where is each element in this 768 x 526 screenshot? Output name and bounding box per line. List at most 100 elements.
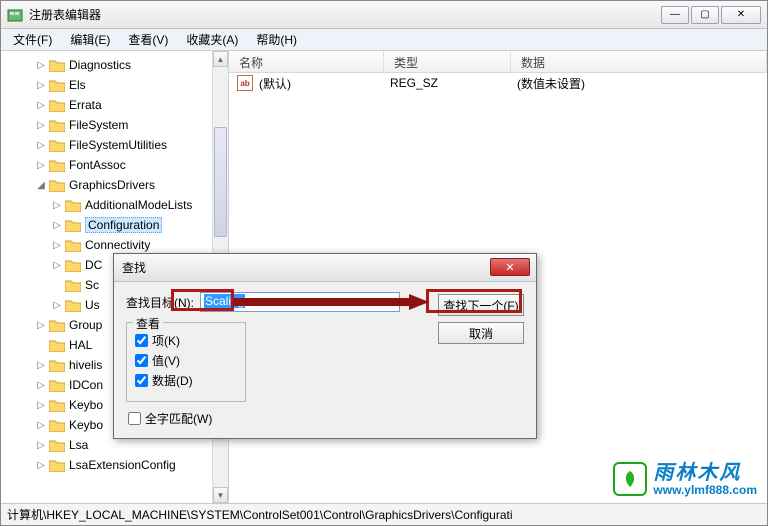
folder-icon: [65, 239, 81, 252]
column-type[interactable]: 类型: [384, 51, 511, 72]
dialog-title: 查找: [122, 259, 146, 276]
check-whole-word-box[interactable]: [128, 412, 141, 425]
tree-label: Group: [69, 318, 102, 332]
tree-item-errata[interactable]: ▷ Errata: [3, 95, 228, 115]
maximize-button[interactable]: ▢: [691, 6, 719, 24]
find-next-button[interactable]: 查找下一个(F): [438, 294, 524, 316]
dialog-close-button[interactable]: ✕: [490, 258, 530, 276]
tree-toggle-icon[interactable]: ▷: [35, 120, 47, 131]
tree-toggle-icon[interactable]: ▷: [51, 240, 63, 251]
tree-label: FileSystem: [69, 118, 128, 132]
tree-toggle-icon[interactable]: ◢: [35, 180, 47, 191]
tree-label: Diagnostics: [69, 58, 131, 72]
tree-item-filesystem[interactable]: ▷ FileSystem: [3, 115, 228, 135]
column-name[interactable]: 名称: [229, 51, 384, 72]
tree-label: FileSystemUtilities: [69, 138, 167, 152]
folder-icon: [49, 419, 65, 432]
check-values[interactable]: 值(V): [135, 352, 237, 369]
cell-name: (默认): [259, 75, 390, 92]
folder-icon: [49, 379, 65, 392]
tree-item-lsaextensionconfig[interactable]: ▷LsaExtensionConfig: [3, 455, 228, 475]
list-header: 名称 类型 数据: [229, 51, 767, 73]
tree-label: Configuration: [85, 217, 162, 233]
tree-toggle-icon[interactable]: ▷: [35, 60, 47, 71]
tree-toggle-icon[interactable]: ▷: [35, 80, 47, 91]
status-path: 计算机\HKEY_LOCAL_MACHINE\SYSTEM\ControlSet…: [7, 506, 513, 523]
tree-item-diagnostics[interactable]: ▷ Diagnostics: [3, 55, 228, 75]
find-target-input[interactable]: Scaling: [200, 292, 400, 312]
tree-toggle-icon[interactable]: ▷: [35, 380, 47, 391]
tree-toggle-icon[interactable]: ▷: [35, 420, 47, 431]
tree-label: FontAssoc: [69, 158, 126, 172]
tree-label: Keybo: [69, 398, 103, 412]
menu-file[interactable]: 文件(F): [5, 29, 60, 50]
folder-icon: [65, 299, 81, 312]
window-titlebar: 注册表编辑器 — ▢ ✕: [1, 1, 767, 29]
tree-item-fontassoc[interactable]: ▷ FontAssoc: [3, 155, 228, 175]
menu-favorites[interactable]: 收藏夹(A): [178, 29, 246, 50]
check-data-box[interactable]: [135, 374, 148, 387]
folder-icon: [49, 79, 65, 92]
minimize-button[interactable]: —: [661, 6, 689, 24]
tree-item-graphicsdrivers[interactable]: ◢GraphicsDrivers: [3, 175, 228, 195]
string-value-icon: ab: [237, 75, 253, 91]
tree-label: AdditionalModeLists: [85, 198, 192, 212]
check-values-box[interactable]: [135, 354, 148, 367]
tree-toggle-icon[interactable]: ▷: [35, 360, 47, 371]
tree-label: IDCon: [69, 378, 103, 392]
scroll-up-icon[interactable]: ▲: [213, 51, 228, 67]
check-data[interactable]: 数据(D): [135, 372, 237, 389]
look-at-group: 查看 项(K) 值(V) 数据(D): [126, 322, 246, 402]
find-target-label: 查找目标(N):: [126, 294, 194, 311]
folder-icon: [49, 359, 65, 372]
statusbar: 计算机\HKEY_LOCAL_MACHINE\SYSTEM\ControlSet…: [1, 503, 767, 525]
cancel-button[interactable]: 取消: [438, 322, 524, 344]
tree-toggle-icon[interactable]: ▷: [35, 440, 47, 451]
tree-toggle-icon[interactable]: ▷: [51, 200, 63, 211]
folder-icon: [49, 339, 65, 352]
cell-data: (数值未设置): [517, 75, 767, 92]
menu-edit[interactable]: 编辑(E): [62, 29, 118, 50]
tree-toggle-icon[interactable]: ▷: [51, 220, 63, 231]
tree-item-els[interactable]: ▷ Els: [3, 75, 228, 95]
menu-help[interactable]: 帮助(H): [248, 29, 305, 50]
scroll-down-icon[interactable]: ▼: [213, 487, 228, 503]
tree-label: Lsa: [69, 438, 88, 452]
tree-label: DC: [85, 258, 102, 272]
tree-toggle-icon[interactable]: ▷: [51, 300, 63, 311]
find-dialog: 查找 ✕ 查找目标(N): Scaling 查找下一个(F) 取消 查看 项(K…: [113, 253, 537, 439]
tree-label: Sc: [85, 278, 99, 292]
check-whole-word[interactable]: 全字匹配(W): [128, 410, 212, 427]
tree-item-connectivity[interactable]: ▷ Connectivity: [3, 235, 228, 255]
check-keys-box[interactable]: [135, 334, 148, 347]
folder-icon: [49, 399, 65, 412]
tree-label: Errata: [69, 98, 102, 112]
tree-label: Els: [69, 78, 86, 92]
folder-icon: [49, 159, 65, 172]
window-title: 注册表编辑器: [29, 6, 661, 23]
tree-toggle-icon[interactable]: ▷: [35, 140, 47, 151]
folder-icon: [49, 139, 65, 152]
tree-item-additionalmodelists[interactable]: ▷ AdditionalModeLists: [3, 195, 228, 215]
list-row[interactable]: ab (默认) REG_SZ (数值未设置): [229, 73, 767, 93]
tree-label: Connectivity: [85, 238, 150, 252]
check-keys[interactable]: 项(K): [135, 332, 237, 349]
scroll-thumb[interactable]: [214, 127, 227, 237]
column-data[interactable]: 数据: [511, 51, 767, 72]
dialog-titlebar[interactable]: 查找 ✕: [114, 254, 536, 282]
tree-toggle-icon[interactable]: ▷: [35, 100, 47, 111]
tree-item-filesystemutilities[interactable]: ▷ FileSystemUtilities: [3, 135, 228, 155]
folder-icon: [49, 439, 65, 452]
tree-toggle-icon[interactable]: ▷: [51, 260, 63, 271]
tree-toggle-icon[interactable]: ▷: [35, 460, 47, 471]
tree-toggle-icon[interactable]: ▷: [35, 400, 47, 411]
close-button[interactable]: ✕: [721, 6, 761, 24]
folder-icon: [65, 199, 81, 212]
folder-icon: [49, 459, 65, 472]
tree-toggle-icon[interactable]: ▷: [35, 160, 47, 171]
tree-item-configuration[interactable]: ▷ Configuration: [3, 215, 228, 235]
menu-view[interactable]: 查看(V): [120, 29, 176, 50]
tree-toggle-icon[interactable]: ▷: [35, 320, 47, 331]
folder-icon: [49, 119, 65, 132]
window-controls: — ▢ ✕: [661, 6, 761, 24]
